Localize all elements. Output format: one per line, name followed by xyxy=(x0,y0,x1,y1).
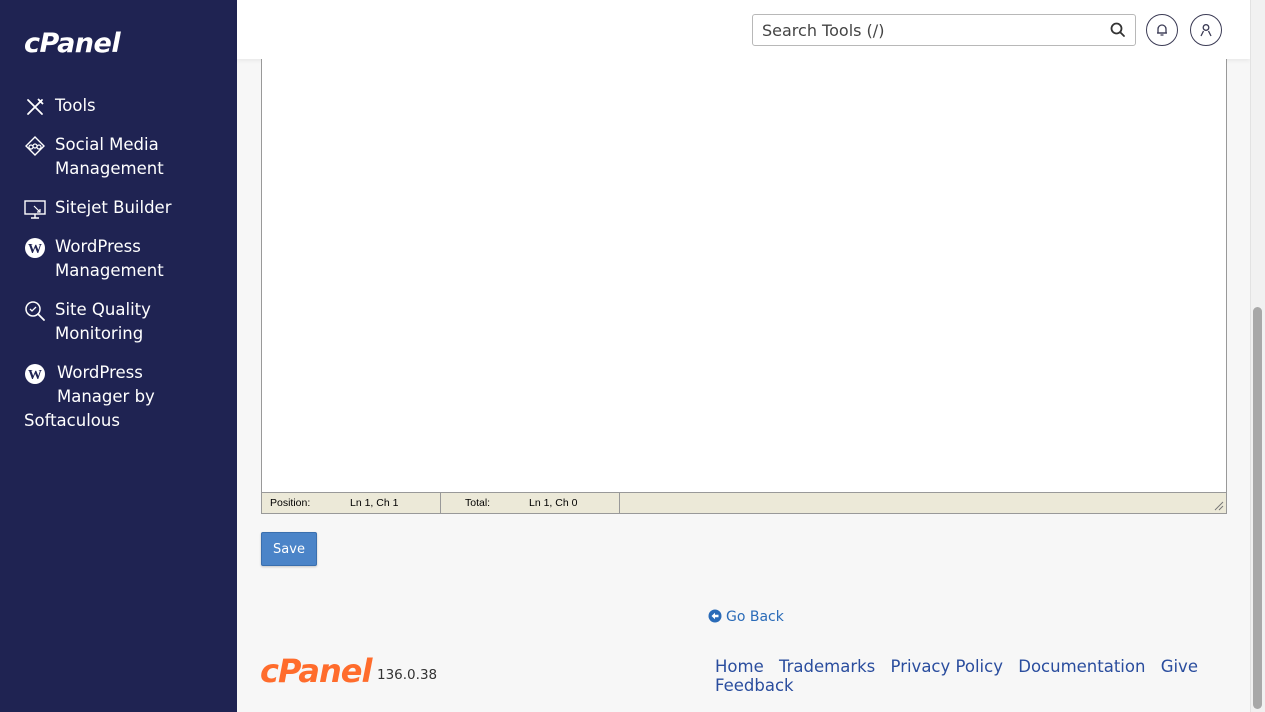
sitejet-icon xyxy=(24,200,46,219)
sidebar-item-label-line2: Manager by xyxy=(57,387,155,406)
scrollbar-thumb[interactable] xyxy=(1253,307,1262,709)
total-label: Total: xyxy=(465,497,491,509)
footer-cpanel-logo: cPanel xyxy=(260,652,372,690)
svg-text:W: W xyxy=(28,242,42,257)
search-input[interactable] xyxy=(753,15,1093,45)
footer-link-home[interactable]: Home xyxy=(715,657,764,676)
sidebar-item-social-media[interactable]: Social Media Management xyxy=(24,133,224,181)
footer-links: Home Trademarks Privacy Policy Documenta… xyxy=(715,657,1265,695)
footer-link-trademarks[interactable]: Trademarks xyxy=(779,657,875,676)
tools-icon xyxy=(27,98,44,115)
code-editor: Position: Ln 1, Ch 1 Total: Ln 1, Ch 0 xyxy=(261,59,1227,514)
sidebar-item-label-line1: WordPress xyxy=(57,363,143,382)
sidebar-item-label: Tools xyxy=(55,96,96,115)
site-quality-icon xyxy=(25,301,45,321)
editor-status-bar: Position: Ln 1, Ch 1 Total: Ln 1, Ch 0 xyxy=(262,492,1226,513)
sidebar-item-label-line2: Management xyxy=(55,159,164,178)
wordpress-icon: W xyxy=(25,364,45,384)
arrow-left-circle-icon xyxy=(708,609,722,623)
version-number: 136.0.38 xyxy=(377,667,438,683)
sidebar-item-label-line1: Social Media xyxy=(55,135,159,154)
go-back-link[interactable]: Go Back xyxy=(708,609,784,625)
footer-link-privacy-policy[interactable]: Privacy Policy xyxy=(891,657,1003,676)
bell-icon xyxy=(1157,24,1167,36)
sidebar: cPanel Tools Social Media Management Sit… xyxy=(0,0,237,712)
resize-grip-icon[interactable] xyxy=(1214,501,1224,511)
search-icon[interactable] xyxy=(1109,21,1127,39)
status-divider xyxy=(440,493,441,513)
save-button[interactable]: Save xyxy=(261,532,317,566)
sidebar-nav: Tools Social Media Management Sitejet Bu… xyxy=(24,94,224,433)
sidebar-item-wordpress-management[interactable]: W WordPress Management xyxy=(24,235,224,283)
position-label: Position: xyxy=(270,497,311,509)
sidebar-item-sitejet[interactable]: Sitejet Builder xyxy=(24,196,224,220)
notifications-button[interactable] xyxy=(1146,14,1178,46)
sidebar-item-label: Sitejet Builder xyxy=(55,198,172,217)
total-value: Ln 1, Ch 0 xyxy=(529,497,578,509)
top-bar xyxy=(237,0,1250,59)
status-divider xyxy=(619,493,620,513)
footer-link-documentation[interactable]: Documentation xyxy=(1018,657,1145,676)
user-icon xyxy=(1200,24,1212,37)
user-menu-button[interactable] xyxy=(1190,14,1222,46)
wordpress-icon: W xyxy=(25,238,45,258)
go-back-label: Go Back xyxy=(726,609,784,625)
sidebar-item-tools[interactable]: Tools xyxy=(24,94,224,118)
editor-textarea[interactable] xyxy=(262,59,1226,491)
position-value: Ln 1, Ch 1 xyxy=(350,497,399,509)
search-box[interactable] xyxy=(752,14,1136,46)
sidebar-item-wordpress-softaculous[interactable]: W WordPress Manager by Softaculous xyxy=(24,361,224,433)
cpanel-logo[interactable]: cPanel xyxy=(24,28,121,59)
svg-text:W: W xyxy=(28,368,42,383)
sidebar-item-label-line3: Softaculous xyxy=(24,411,120,430)
sidebar-item-label-line2: Monitoring xyxy=(55,324,144,343)
sidebar-item-label-line2: Management xyxy=(55,261,164,280)
sidebar-item-label-line1: Site Quality xyxy=(55,300,151,319)
social-media-icon xyxy=(25,136,45,156)
sidebar-item-site-quality[interactable]: Site Quality Monitoring xyxy=(24,298,224,346)
sidebar-item-label-line1: WordPress xyxy=(55,237,141,256)
